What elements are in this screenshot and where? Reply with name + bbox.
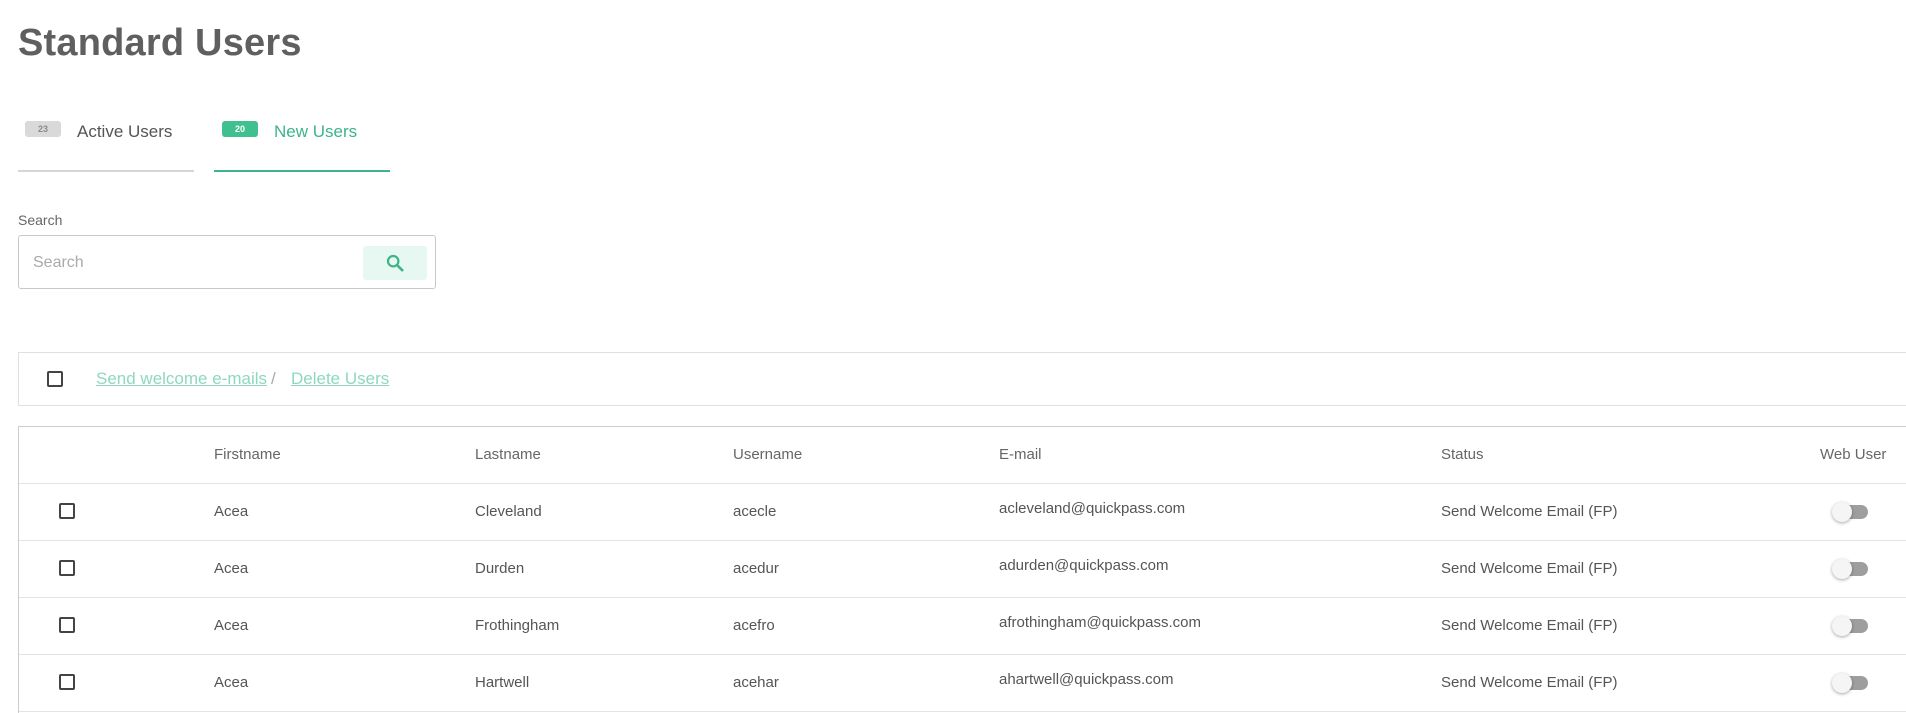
toggle-thumb	[1832, 559, 1852, 579]
cell-lastname: Cleveland	[475, 503, 542, 520]
column-header-username[interactable]: Username	[733, 446, 802, 463]
cell-firstname: Acea	[214, 617, 249, 634]
page-title: Standard Users	[18, 22, 302, 64]
cell-status: Send Welcome Email (FP)	[1441, 503, 1618, 520]
user-tabs: 23 Active Users 20 New Users	[18, 110, 390, 172]
web-user-toggle[interactable]	[1832, 616, 1868, 636]
cell-email: ahartwell@quickpass.com	[999, 671, 1174, 688]
row-checkbox[interactable]	[59, 560, 75, 576]
table-header: Firstname Lastname Username E-mail Statu…	[19, 427, 1906, 484]
cell-status: Send Welcome Email (FP)	[1441, 674, 1618, 691]
row-checkbox[interactable]	[59, 503, 75, 519]
cell-lastname: Frothingham	[475, 617, 560, 634]
table-row: Acea Frothingham acefro afrothingham@qui…	[19, 597, 1906, 655]
search-icon	[386, 254, 404, 272]
cell-lastname: Durden	[475, 560, 525, 577]
tab-label-new-users: New Users	[274, 122, 358, 141]
search-input[interactable]	[31, 249, 365, 277]
row-checkbox[interactable]	[59, 674, 75, 690]
search-label: Search	[18, 212, 63, 228]
cell-username: acefro	[733, 617, 775, 634]
cell-username: acedur	[733, 560, 779, 577]
tab-new-users[interactable]: 20 New Users	[214, 110, 390, 172]
column-header-lastname[interactable]: Lastname	[475, 446, 541, 463]
select-all-checkbox[interactable]	[47, 371, 63, 387]
standard-users-page: Standard Users 23 Active Users 20 New Us…	[0, 0, 1906, 713]
actions-separator: /	[271, 369, 276, 388]
toggle-thumb	[1832, 673, 1852, 693]
column-header-web-user[interactable]: Web User	[1820, 446, 1886, 463]
toggle-thumb	[1832, 616, 1852, 636]
toggle-thumb	[1832, 502, 1852, 522]
cell-status: Send Welcome Email (FP)	[1441, 560, 1618, 577]
table-row: Acea Durden acedur adurden@quickpass.com…	[19, 540, 1906, 598]
cell-lastname: Hartwell	[475, 674, 530, 691]
bulk-actions-bar: Send welcome e-mails / Delete Users	[18, 352, 1906, 406]
cell-firstname: Acea	[214, 674, 249, 691]
cell-username: acecle	[733, 503, 777, 520]
cell-username: acehar	[733, 674, 779, 691]
search-button[interactable]	[363, 246, 427, 280]
cell-email: afrothingham@quickpass.com	[999, 614, 1201, 631]
active-users-count-badge: 23	[25, 121, 61, 137]
cell-firstname: Acea	[214, 503, 249, 520]
new-users-count-badge: 20	[222, 121, 258, 137]
row-checkbox[interactable]	[59, 617, 75, 633]
users-table: Firstname Lastname Username E-mail Statu…	[18, 426, 1906, 713]
cell-status: Send Welcome Email (FP)	[1441, 617, 1618, 634]
web-user-toggle[interactable]	[1832, 559, 1868, 579]
table-row: Acea Cleveland acecle acleveland@quickpa…	[19, 483, 1906, 541]
search-box	[18, 235, 436, 289]
send-welcome-emails-link[interactable]: Send welcome e-mails	[96, 369, 267, 389]
column-header-status[interactable]: Status	[1441, 446, 1484, 463]
column-header-firstname[interactable]: Firstname	[214, 446, 281, 463]
column-header-email[interactable]: E-mail	[999, 446, 1042, 463]
table-row: Acea Hartwell acehar ahartwell@quickpass…	[19, 654, 1906, 712]
delete-users-link[interactable]: Delete Users	[291, 369, 389, 389]
web-user-toggle[interactable]	[1832, 673, 1868, 693]
cell-email: acleveland@quickpass.com	[999, 500, 1186, 517]
tab-label-active-users: Active Users	[77, 122, 173, 141]
cell-firstname: Acea	[214, 560, 249, 577]
tab-active-users[interactable]: 23 Active Users	[18, 110, 194, 172]
web-user-toggle[interactable]	[1832, 502, 1868, 522]
cell-email: adurden@quickpass.com	[999, 557, 1169, 574]
